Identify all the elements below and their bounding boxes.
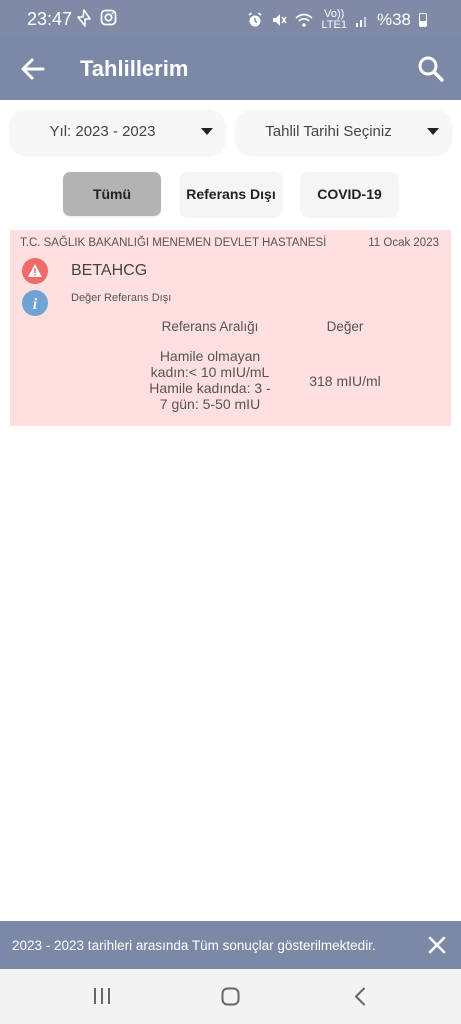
back-nav-icon[interactable] bbox=[353, 987, 367, 1006]
reference-range-header: Referans Aralığı bbox=[161, 319, 259, 334]
reference-range-line: kadın:< 10 mIU/mL bbox=[150, 364, 270, 380]
result-value: 318 mIU/ml bbox=[309, 373, 381, 389]
recent-apps-icon[interactable] bbox=[93, 988, 111, 1004]
app-bar: Tahlillerim bbox=[0, 38, 461, 100]
caret-down-icon bbox=[427, 128, 439, 135]
info-icon: i bbox=[22, 290, 48, 316]
status-bar: 23:47 Vo)) LTE1 %38 bbox=[0, 0, 461, 38]
test-date-dropdown-label: Tahlil Tarihi Seçiniz bbox=[265, 123, 392, 140]
snackbar: 2023 - 2023 tarihleri arasında Tüm sonuç… bbox=[0, 921, 461, 969]
reference-range-line: Hamile kadında: 3 - bbox=[149, 380, 271, 396]
reference-range-line: Hamile olmayan bbox=[159, 348, 261, 364]
caret-down-icon bbox=[201, 128, 213, 135]
year-dropdown-label: Yıl: 2023 - 2023 bbox=[49, 123, 156, 140]
status-right-icons: Vo)) LTE1 %38 bbox=[247, 9, 427, 31]
navigation-icon bbox=[77, 9, 91, 27]
signal-icon bbox=[355, 17, 366, 27]
filter-all-button[interactable]: Tümü bbox=[63, 172, 161, 216]
search-icon[interactable] bbox=[415, 53, 447, 85]
lte-label: LTE1 bbox=[321, 19, 347, 31]
close-icon[interactable] bbox=[427, 935, 447, 955]
result-date: 11 Ocak 2023 bbox=[368, 237, 439, 249]
system-nav-bar bbox=[0, 969, 461, 1024]
wifi-icon bbox=[295, 13, 314, 27]
status-time: 23:47 bbox=[27, 9, 73, 29]
instagram-icon bbox=[100, 9, 117, 26]
svg-text:i: i bbox=[33, 296, 38, 313]
test-date-dropdown[interactable]: Tahlil Tarihi Seçiniz bbox=[236, 110, 451, 154]
alarm-icon bbox=[248, 12, 262, 27]
filter-covid-button[interactable]: COVID-19 bbox=[301, 172, 398, 216]
page-title: Tahlillerim bbox=[80, 56, 189, 81]
mute-icon bbox=[273, 14, 288, 26]
warning-icon bbox=[22, 258, 48, 284]
year-dropdown[interactable]: Yıl: 2023 - 2023 bbox=[10, 110, 225, 154]
battery-percent: %38 bbox=[376, 10, 411, 29]
snackbar-message: 2023 - 2023 tarihleri arasında Tüm sonuç… bbox=[12, 938, 376, 953]
hospital-name: T.C. SAĞLIK BAKANLIĞI MENEMEN DEVLET HAS… bbox=[20, 237, 327, 249]
arrow-left-icon[interactable] bbox=[18, 54, 48, 84]
volte-indicator: Vo)) LTE1 bbox=[321, 9, 346, 31]
result-status: Değer Referans Dışı bbox=[71, 292, 172, 304]
battery-icon bbox=[419, 13, 427, 27]
reference-range: Hamile olmayan kadın:< 10 mIU/mL Hamile … bbox=[140, 348, 280, 412]
test-result-card[interactable]: T.C. SAĞLIK BAKANLIĞI MENEMEN DEVLET HAS… bbox=[10, 230, 451, 426]
reference-range-line: 7 gün: 5-50 mIU bbox=[159, 396, 261, 412]
value-header: Değer bbox=[326, 319, 364, 334]
home-icon[interactable] bbox=[221, 987, 240, 1006]
filter-out-of-range-button[interactable]: Referans Dışı bbox=[180, 172, 282, 216]
test-name: BETAHCG bbox=[71, 262, 148, 279]
status-left-icons bbox=[76, 9, 117, 27]
